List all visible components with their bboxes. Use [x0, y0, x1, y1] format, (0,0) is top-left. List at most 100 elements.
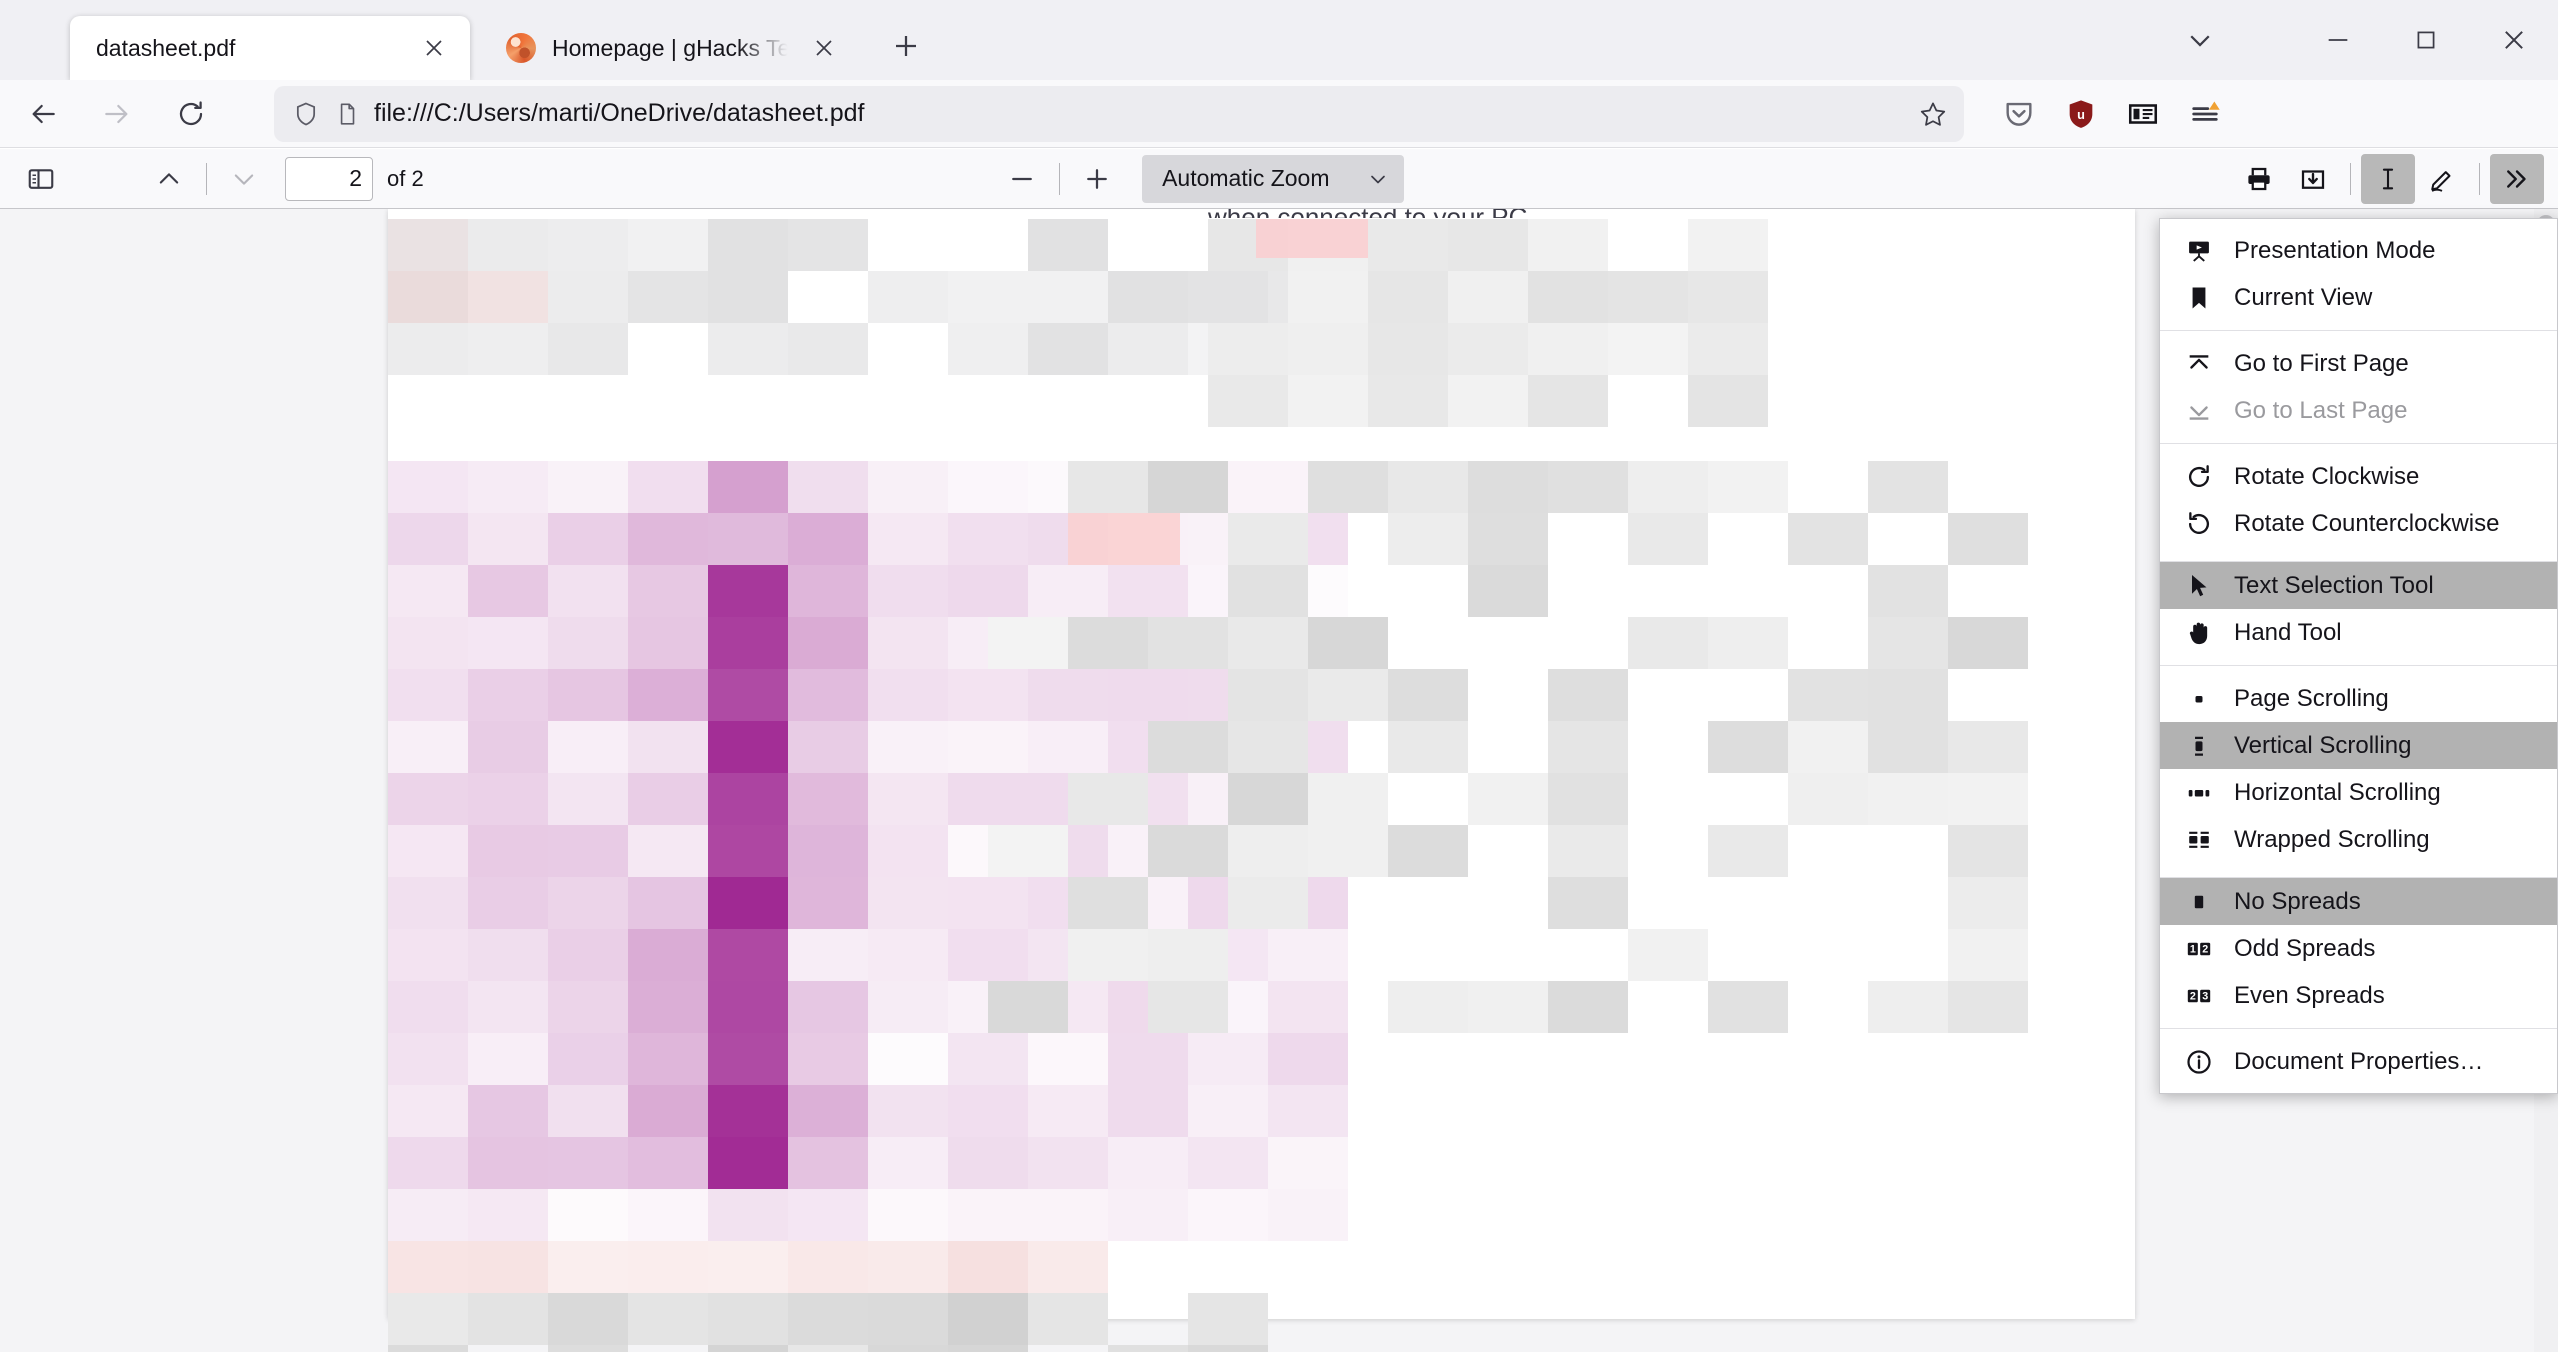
- page-scrolling-icon: [2184, 684, 2214, 714]
- tab-datasheet[interactable]: datasheet.pdf: [70, 16, 470, 80]
- menu-item-vertical-scrolling[interactable]: Vertical Scrolling: [2160, 722, 2557, 769]
- pocket-icon[interactable]: [1988, 83, 2050, 145]
- menu-item-label: Text Selection Tool: [2234, 571, 2434, 599]
- sidebar-toggle-button[interactable]: [14, 154, 68, 204]
- menu-item-label: Presentation Mode: [2234, 236, 2436, 264]
- menu-item-label: Go to First Page: [2234, 349, 2409, 377]
- tab-ghacks[interactable]: Homepage | gHacks Technology: [480, 16, 860, 80]
- bookmark-icon: [2184, 283, 2214, 313]
- shield-icon[interactable]: [292, 100, 320, 128]
- menu-item-label: Wrapped Scrolling: [2234, 825, 2430, 853]
- menu-item-label: Document Properties…: [2234, 1047, 2484, 1075]
- menu-item-current-view[interactable]: Current View: [2160, 274, 2557, 321]
- page-document-icon: [334, 101, 360, 127]
- maximize-button[interactable]: [2382, 0, 2470, 80]
- zoom-out-button[interactable]: [995, 154, 1049, 204]
- divider: [1059, 162, 1061, 195]
- next-page-button: [217, 154, 271, 204]
- new-tab-button[interactable]: [880, 20, 932, 72]
- rotate-counterclockwise-icon: [2184, 509, 2214, 539]
- pdf-secondary-toolbar-menu[interactable]: Presentation Mode Current View Go to First…: [2159, 218, 2558, 1094]
- menu-item-label: Current View: [2234, 283, 2373, 311]
- tab-title: datasheet.pdf: [96, 34, 236, 61]
- wrapped-scrolling-icon: [2184, 825, 2214, 855]
- reader-view-icon[interactable]: [2112, 83, 2174, 145]
- svg-text:3: 3: [2202, 990, 2208, 1002]
- reload-icon[interactable]: [160, 83, 222, 145]
- ghacks-favicon: [506, 33, 536, 63]
- menu-item-no-spreads[interactable]: No Spreads: [2160, 878, 2557, 925]
- zoom-level-select[interactable]: Automatic Zoom: [1142, 154, 1404, 203]
- previous-page-button[interactable]: [142, 154, 196, 204]
- divider: [2350, 162, 2351, 195]
- horizontal-scrolling-icon: [2184, 778, 2214, 808]
- zoom-in-button[interactable]: [1070, 154, 1124, 204]
- pdf-toolbar: 2 of 2 Automatic Zoom: [0, 149, 2558, 209]
- application-menu-icon[interactable]: [2174, 83, 2236, 145]
- menu-item-label: Go to Last Page: [2234, 396, 2408, 424]
- even-spreads-icon: 23: [2184, 981, 2214, 1011]
- more-tools-button[interactable]: [2490, 153, 2544, 204]
- presentation-icon: [2184, 236, 2214, 266]
- vertical-scrolling-icon: [2184, 731, 2214, 761]
- navigation-toolbar: file:///C:/Users/marti/OneDrive/datashee…: [0, 80, 2558, 148]
- minimize-button[interactable]: [2294, 0, 2382, 80]
- list-all-tabs-button[interactable]: [2156, 0, 2244, 80]
- close-icon[interactable]: [416, 30, 452, 66]
- menu-item-even-spreads[interactable]: 2 3 Even Spreads: [2160, 972, 2557, 1019]
- menu-item-rotate-clockwise[interactable]: Rotate Clockwise: [2160, 453, 2557, 500]
- address-bar[interactable]: file:///C:/Users/marti/OneDrive/datashee…: [274, 85, 1964, 142]
- draw-button[interactable]: [2415, 154, 2469, 204]
- no-spreads-icon: [2184, 887, 2214, 917]
- browser-window: datasheet.pdf Homepage | gHacks Technolo…: [0, 0, 2558, 1352]
- menu-item-label: Hand Tool: [2234, 618, 2342, 646]
- menu-item-odd-spreads[interactable]: 1 2 Odd Spreads: [2160, 925, 2557, 972]
- menu-item-wrapped-scrolling[interactable]: Wrapped Scrolling: [2160, 816, 2557, 863]
- cursor-arrow-icon: [2184, 571, 2214, 601]
- menu-separator: [2160, 330, 2557, 331]
- svg-text:1: 1: [2190, 943, 2196, 955]
- go-first-page-icon: [2184, 349, 2214, 379]
- window-controls: [2156, 0, 2558, 80]
- close-button[interactable]: [2470, 0, 2558, 80]
- close-icon[interactable]: [806, 30, 842, 66]
- pdf-rendered-content: [388, 209, 2135, 1352]
- divider: [206, 162, 207, 195]
- svg-text:2: 2: [2202, 943, 2208, 955]
- menu-item-label: No Spreads: [2234, 887, 2361, 915]
- menu-item-go-to-first-page[interactable]: Go to First Page: [2160, 340, 2557, 387]
- menu-separator: [2160, 1028, 2557, 1029]
- page-total-label: of 2: [387, 165, 424, 191]
- save-button[interactable]: [2286, 154, 2340, 204]
- menu-item-label: Even Spreads: [2234, 981, 2385, 1009]
- menu-item-rotate-counterclockwise[interactable]: Rotate Counterclockwise: [2160, 500, 2557, 547]
- menu-item-text-selection-tool[interactable]: Text Selection Tool: [2160, 562, 2557, 609]
- menu-item-presentation-mode[interactable]: Presentation Mode: [2160, 227, 2557, 274]
- page-number-input[interactable]: 2: [285, 156, 373, 201]
- menu-item-horizontal-scrolling[interactable]: Horizontal Scrolling: [2160, 769, 2557, 816]
- ublock-origin-icon[interactable]: u: [2050, 83, 2112, 145]
- menu-item-label: Page Scrolling: [2234, 684, 2389, 712]
- zoom-level-label: Automatic Zoom: [1162, 165, 1330, 191]
- browser-extension-icons: u: [1988, 83, 2236, 145]
- chevron-down-icon: [1366, 167, 1390, 191]
- back-arrow-icon[interactable]: [12, 83, 74, 145]
- menu-item-document-properties[interactable]: Document Properties…: [2160, 1038, 2557, 1085]
- svg-text:u: u: [2077, 106, 2085, 121]
- menu-item-label: Horizontal Scrolling: [2234, 778, 2441, 806]
- star-icon[interactable]: [1918, 99, 1948, 129]
- menu-item-label: Vertical Scrolling: [2234, 731, 2412, 759]
- print-button[interactable]: [2232, 154, 2286, 204]
- tab-strip: datasheet.pdf Homepage | gHacks Technolo…: [0, 0, 2558, 80]
- menu-item-page-scrolling[interactable]: Page Scrolling: [2160, 675, 2557, 722]
- text-selection-tool-button[interactable]: [2361, 153, 2415, 204]
- menu-item-hand-tool[interactable]: Hand Tool: [2160, 609, 2557, 656]
- pdf-page-canvas[interactable]: when connected to your PC.: [388, 209, 2135, 1352]
- svg-text:2: 2: [2190, 990, 2196, 1002]
- url-text[interactable]: file:///C:/Users/marti/OneDrive/datashee…: [374, 99, 1904, 128]
- tab-title: Homepage | gHacks Technology: [552, 34, 790, 61]
- menu-item-label: Rotate Clockwise: [2234, 462, 2420, 490]
- info-circle-icon: [2184, 1047, 2214, 1077]
- menu-item-label: Rotate Counterclockwise: [2234, 509, 2500, 537]
- menu-separator: [2160, 665, 2557, 666]
